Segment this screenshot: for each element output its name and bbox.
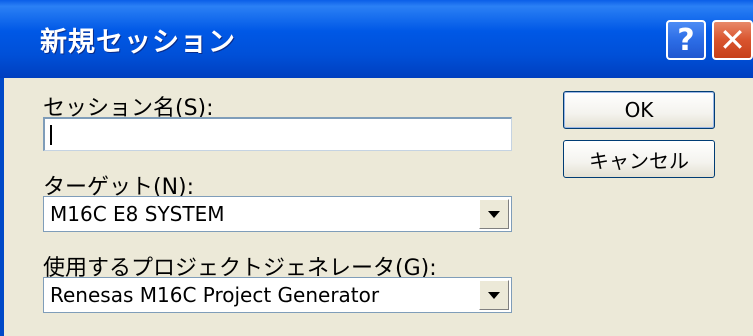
generator-selected-value: Renesas M16C Project Generator <box>50 283 380 307</box>
chevron-down-icon <box>488 291 500 299</box>
title-bar[interactable]: 新規セッション ? ✕ <box>0 0 753 78</box>
session-name-input[interactable] <box>43 117 512 151</box>
window-border <box>0 78 4 336</box>
cancel-button[interactable]: キャンセル <box>563 140 715 178</box>
help-button[interactable]: ? <box>666 20 706 60</box>
generator-dropdown-button[interactable] <box>479 280 509 310</box>
dialog-title: 新規セッション <box>40 27 236 58</box>
target-select[interactable]: M16C E8 SYSTEM <box>43 196 512 232</box>
cancel-button-label: キャンセル <box>589 148 689 173</box>
chevron-down-icon <box>488 210 500 218</box>
ok-button-label: OK <box>624 98 654 122</box>
text-caret <box>50 125 52 145</box>
close-icon: ✕ <box>719 21 746 59</box>
target-dropdown-button[interactable] <box>479 199 509 229</box>
generator-select[interactable]: Renesas M16C Project Generator <box>43 277 512 313</box>
help-icon: ? <box>677 22 695 58</box>
ok-button[interactable]: OK <box>563 91 715 129</box>
target-selected-value: M16C E8 SYSTEM <box>50 202 225 226</box>
new-session-dialog: 新規セッション ? ✕ セッション名(S): ターゲット(N): M16C E8… <box>0 0 753 336</box>
close-button[interactable]: ✕ <box>712 20 753 60</box>
